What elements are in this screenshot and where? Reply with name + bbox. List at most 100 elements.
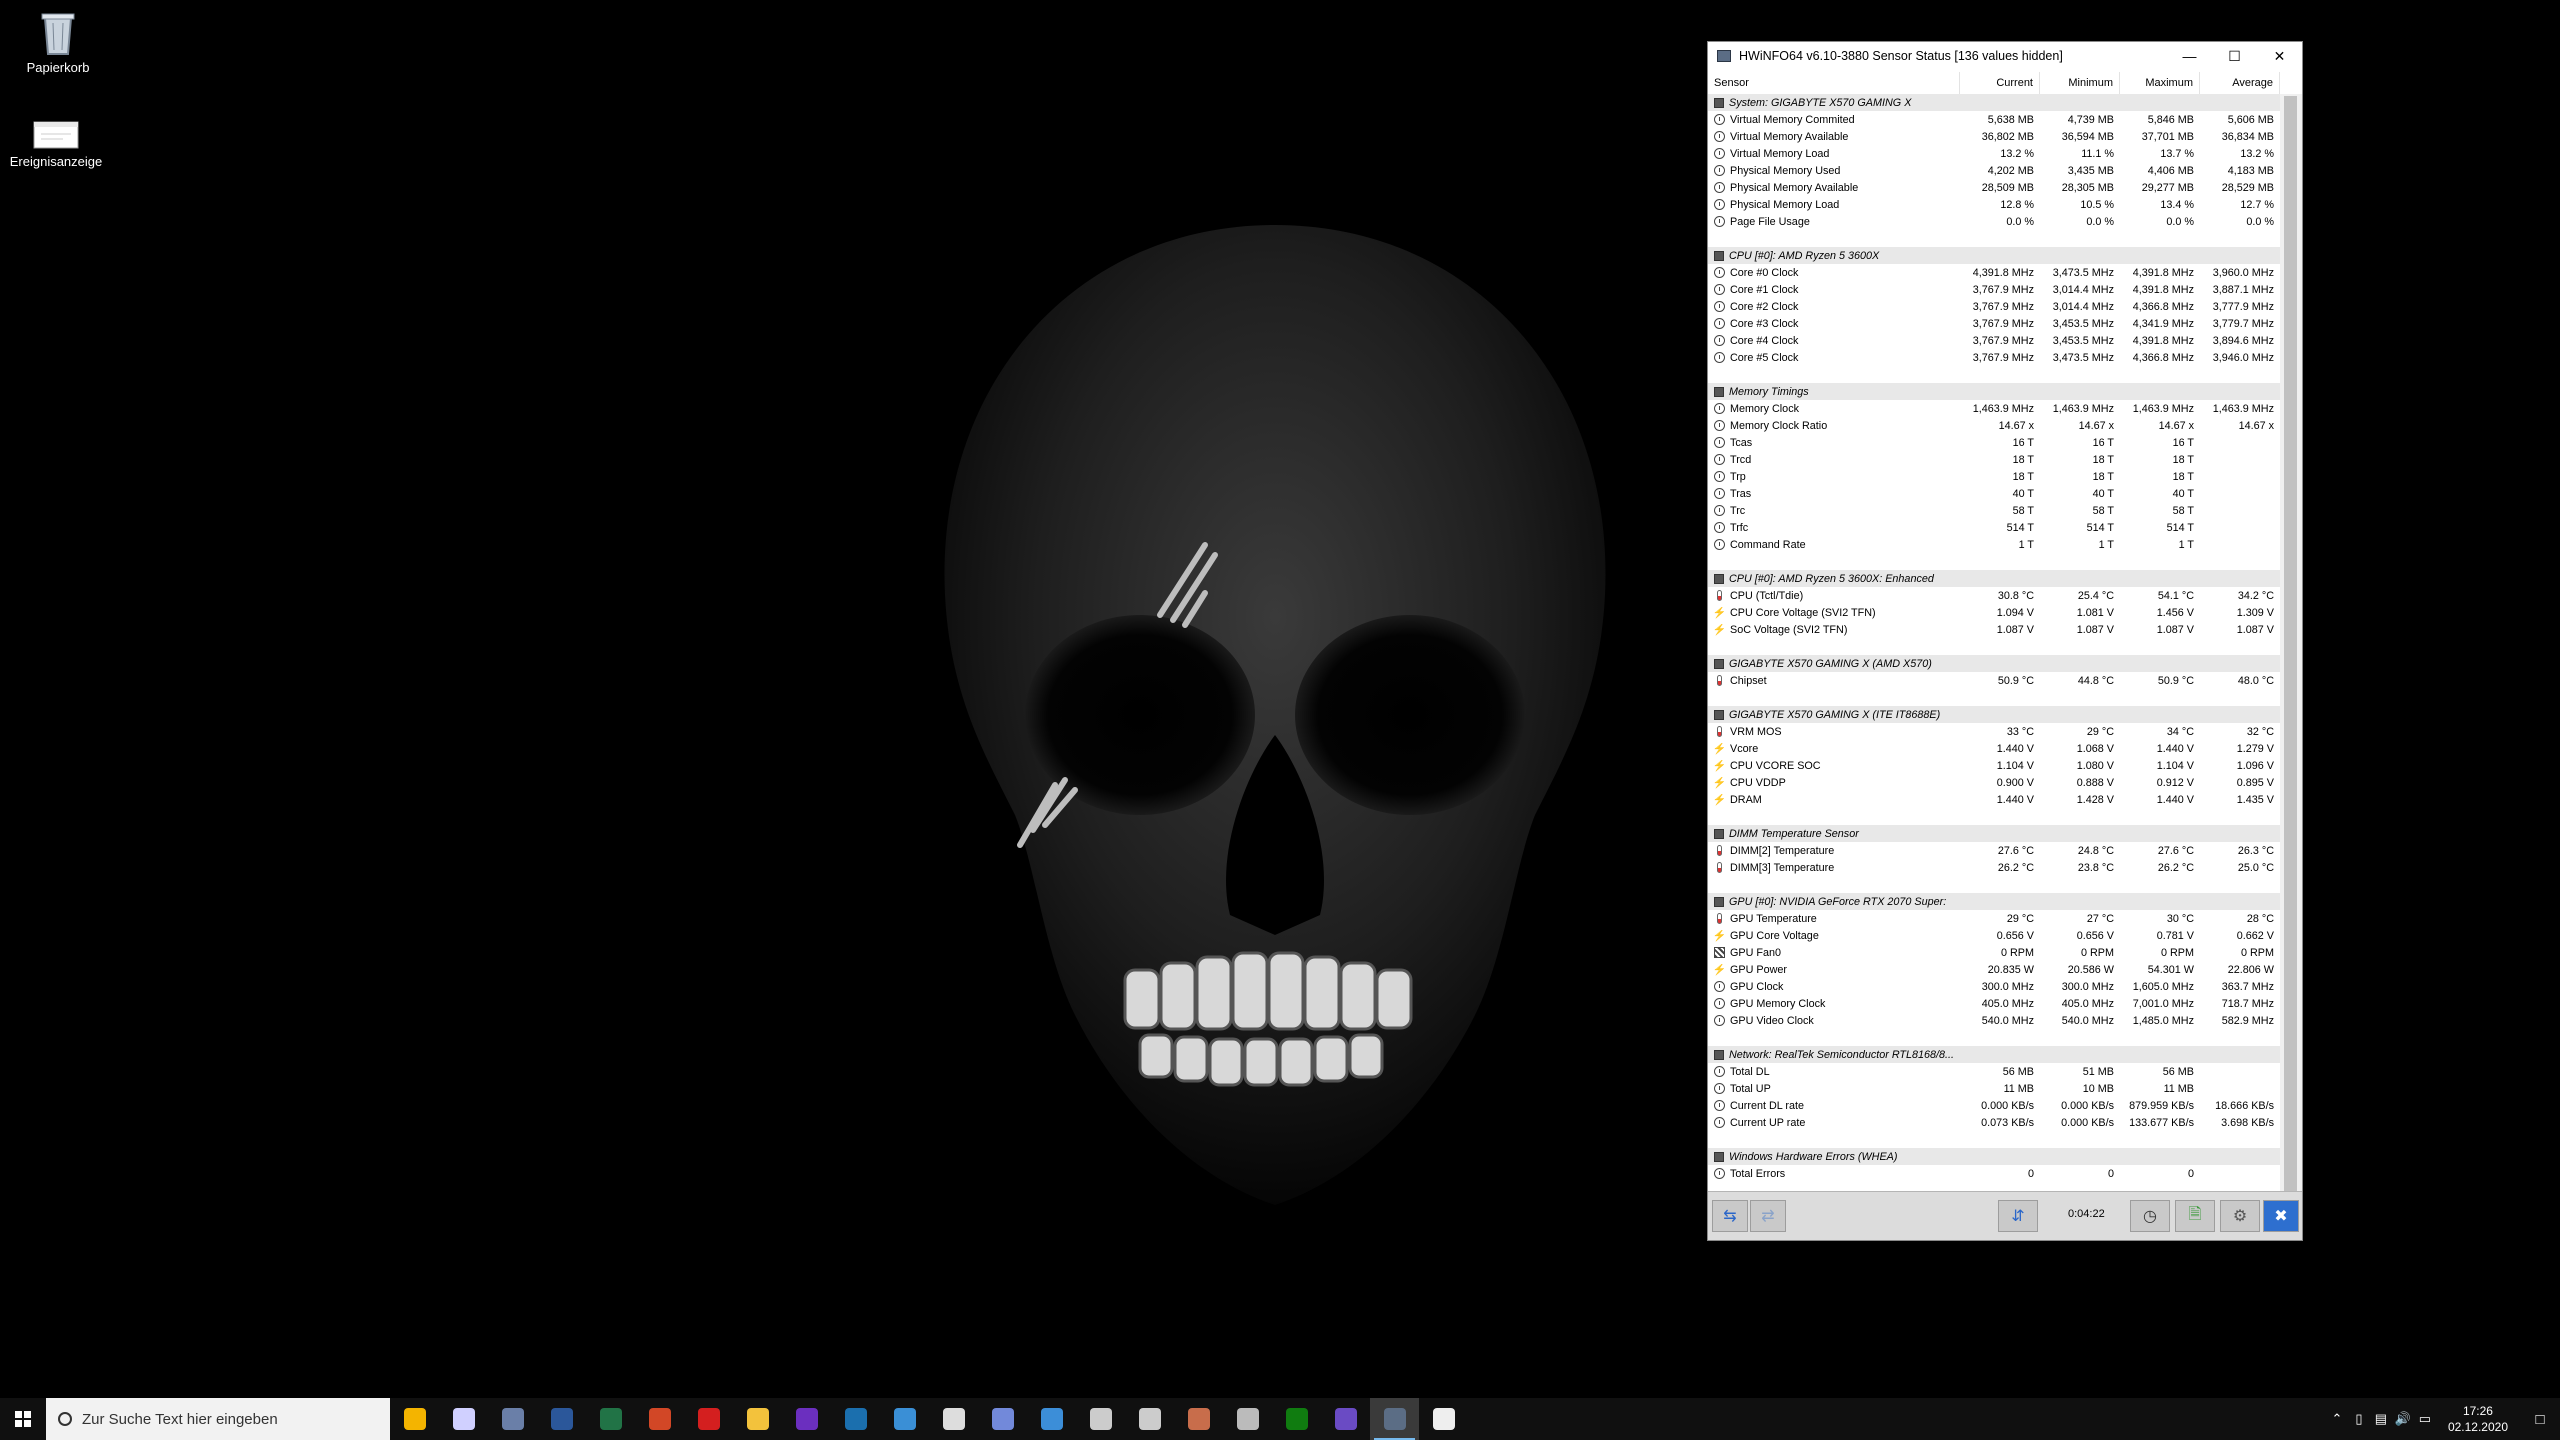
sensor-row[interactable]: Total UP 11 MB 10 MB 11 MB [1708, 1080, 2280, 1097]
sensor-row[interactable]: ⚡ GPU Power 20.835 W 20.586 W 54.301 W 22.806… [1708, 961, 2280, 978]
sensor-group-header[interactable]: Network: RealTek Semiconductor RTL8168/8… [1708, 1046, 2280, 1063]
window-titlebar[interactable]: HWiNFO64 v6.10-3880 Sensor Status [136 v… [1708, 42, 2302, 70]
taskbar-app-button[interactable] [1076, 1398, 1125, 1440]
taskbar-app-button[interactable] [390, 1398, 439, 1440]
scrollbar-thumb[interactable] [2284, 96, 2297, 1221]
display-icon[interactable]: ▭ [2414, 1398, 2436, 1440]
nav-left-right-button[interactable]: ⇆ [1712, 1200, 1748, 1232]
close-sensors-button[interactable]: ✖ [2263, 1200, 2299, 1232]
sensor-row[interactable]: Virtual Memory Load 13.2 % 11.1 % 13.7 % 13.… [1708, 145, 2280, 162]
sensor-group-header[interactable]: GIGABYTE X570 GAMING X (AMD X570) [1708, 655, 2280, 672]
sensor-group-header[interactable]: GIGABYTE X570 GAMING X (ITE IT8688E) [1708, 706, 2280, 723]
taskbar-app-button[interactable] [1370, 1398, 1419, 1440]
usb-icon[interactable]: ▯ [2348, 1398, 2370, 1440]
sensor-row[interactable]: Virtual Memory Commited 5,638 MB 4,739 MB 5… [1708, 111, 2280, 128]
sensor-row[interactable]: Core #1 Clock 3,767.9 MHz 3,014.4 MHz 4,391… [1708, 281, 2280, 298]
taskbar-app-button[interactable] [586, 1398, 635, 1440]
taskbar-app-button[interactable] [1321, 1398, 1370, 1440]
sensor-row[interactable]: Trc 58 T 58 T 58 T [1708, 502, 2280, 519]
sensor-row[interactable]: ⚡ SoC Voltage (SVI2 TFN) 1.087 V 1.087 V 1.0… [1708, 621, 2280, 638]
sensor-row[interactable]: Command Rate 1 T 1 T 1 T [1708, 536, 2280, 553]
sensor-row[interactable]: Current DL rate 0.000 KB/s 0.000 KB/s 879.9… [1708, 1097, 2280, 1114]
sensor-row[interactable]: Total DL 56 MB 51 MB 56 MB [1708, 1063, 2280, 1080]
sensor-group-header[interactable]: System: GIGABYTE X570 GAMING X [1708, 94, 2280, 111]
clock-button[interactable]: ◷ [2130, 1200, 2170, 1232]
sensor-group-header[interactable]: CPU [#0]: AMD Ryzen 5 3600X [1708, 247, 2280, 264]
taskbar-app-button[interactable] [782, 1398, 831, 1440]
sensor-row[interactable]: DIMM[2] Temperature 27.6 °C 24.8 °C 27.6 °C… [1708, 842, 2280, 859]
sensor-group-header[interactable]: Windows Hardware Errors (WHEA) [1708, 1148, 2280, 1165]
sensor-row[interactable]: ⚡ CPU VDDP 0.900 V 0.888 V 0.912 V 0.895 V [1708, 774, 2280, 791]
sensor-group-header[interactable]: Memory Timings [1708, 383, 2280, 400]
sensor-row[interactable]: ⚡ CPU VCORE SOC 1.104 V 1.080 V 1.104 V 1.096… [1708, 757, 2280, 774]
taskbar-app-button[interactable] [1223, 1398, 1272, 1440]
sensor-row[interactable]: DIMM[3] Temperature 26.2 °C 23.8 °C 26.2 °C… [1708, 859, 2280, 876]
taskbar-app-button[interactable] [1174, 1398, 1223, 1440]
column-header-sensor[interactable]: Sensor [1708, 72, 1960, 94]
taskbar-app-button[interactable] [488, 1398, 537, 1440]
taskbar-app-button[interactable] [684, 1398, 733, 1440]
logging-button[interactable]: 🗎 [2175, 1200, 2215, 1232]
close-button[interactable]: ✕ [2257, 42, 2302, 70]
sensor-row[interactable]: CPU (Tctl/Tdie) 30.8 °C 25.4 °C 54.1 °C 34.2… [1708, 587, 2280, 604]
sensor-row[interactable]: ⚡ DRAM 1.440 V 1.428 V 1.440 V 1.435 V [1708, 791, 2280, 808]
sensor-row[interactable]: Core #2 Clock 3,767.9 MHz 3,014.4 MHz 4,366… [1708, 298, 2280, 315]
taskbar-app-button[interactable] [635, 1398, 684, 1440]
sensor-row[interactable]: Physical Memory Available 28,509 MB 28,305… [1708, 179, 2280, 196]
sensor-row[interactable]: Current UP rate 0.073 KB/s 0.000 KB/s 133.6… [1708, 1114, 2280, 1131]
sensor-row[interactable]: Core #0 Clock 4,391.8 MHz 3,473.5 MHz 4,391… [1708, 264, 2280, 281]
sensor-row[interactable]: GPU Temperature 29 °C 27 °C 30 °C 28 °C [1708, 910, 2280, 927]
sensor-row[interactable]: Chipset 50.9 °C 44.8 °C 50.9 °C 48.0 °C [1708, 672, 2280, 689]
taskbar-app-button[interactable] [978, 1398, 1027, 1440]
network-button[interactable]: ⇵ [1998, 1200, 2038, 1232]
nav-reset-button[interactable]: ⇄ [1750, 1200, 1786, 1232]
taskbar-app-button[interactable] [733, 1398, 782, 1440]
sensor-row[interactable]: GPU Video Clock 540.0 MHz 540.0 MHz 1,485.0… [1708, 1012, 2280, 1029]
sensor-row[interactable]: Virtual Memory Available 36,802 MB 36,594 … [1708, 128, 2280, 145]
column-header-maximum[interactable]: Maximum [2120, 72, 2200, 94]
sensor-row[interactable]: GPU Clock 300.0 MHz 300.0 MHz 1,605.0 MHz 36… [1708, 978, 2280, 995]
settings-button[interactable]: ⚙ [2220, 1200, 2260, 1232]
taskbar-app-button[interactable] [1272, 1398, 1321, 1440]
minimize-button[interactable]: — [2167, 42, 2212, 70]
column-header-minimum[interactable]: Minimum [2040, 72, 2120, 94]
sensor-row[interactable]: Trfc 514 T 514 T 514 T [1708, 519, 2280, 536]
taskbar-app-button[interactable] [880, 1398, 929, 1440]
start-button[interactable] [0, 1398, 46, 1440]
sensor-row[interactable]: Physical Memory Load 12.8 % 10.5 % 13.4 % 12… [1708, 196, 2280, 213]
sensor-row[interactable]: Tcas 16 T 16 T 16 T [1708, 434, 2280, 451]
sensor-row[interactable]: Page File Usage 0.0 % 0.0 % 0.0 % 0.0 % [1708, 213, 2280, 230]
maximize-button[interactable]: ☐ [2212, 42, 2257, 70]
sensor-row[interactable]: Memory Clock 1,463.9 MHz 1,463.9 MHz 1,463.… [1708, 400, 2280, 417]
sensor-row[interactable]: Memory Clock Ratio 14.67 x 14.67 x 14.67 x 1… [1708, 417, 2280, 434]
sensor-row[interactable]: ⚡ CPU Core Voltage (SVI2 TFN) 1.094 V 1.081… [1708, 604, 2280, 621]
taskbar-app-button[interactable] [1125, 1398, 1174, 1440]
volume-icon[interactable]: 🔊 [2392, 1398, 2414, 1440]
sensor-row[interactable]: Physical Memory Used 4,202 MB 3,435 MB 4,40… [1708, 162, 2280, 179]
sensor-row[interactable]: Tras 40 T 40 T 40 T [1708, 485, 2280, 502]
chevron-up-icon[interactable]: ⌃ [2326, 1398, 2348, 1440]
sensor-row[interactable]: GPU Memory Clock 405.0 MHz 405.0 MHz 7,001.… [1708, 995, 2280, 1012]
taskbar-app-button[interactable] [439, 1398, 488, 1440]
network-tray-icon[interactable]: ▤ [2370, 1398, 2392, 1440]
taskbar-search-box[interactable]: Zur Suche Text hier eingeben [46, 1398, 390, 1440]
taskbar-app-button[interactable] [831, 1398, 880, 1440]
sensor-group-header[interactable]: DIMM Temperature Sensor [1708, 825, 2280, 842]
sensor-row[interactable]: Trcd 18 T 18 T 18 T [1708, 451, 2280, 468]
sensor-row[interactable]: ⚡ Vcore 1.440 V 1.068 V 1.440 V 1.279 V [1708, 740, 2280, 757]
notification-center-icon[interactable]: □ [2520, 1398, 2560, 1440]
vertical-scrollbar[interactable] [2280, 94, 2302, 1230]
sensor-row[interactable]: Core #5 Clock 3,767.9 MHz 3,473.5 MHz 4,366… [1708, 349, 2280, 366]
taskbar-app-button[interactable] [1419, 1398, 1468, 1440]
sensor-row[interactable]: ⚡ GPU Core Voltage 0.656 V 0.656 V 0.781 V 0.… [1708, 927, 2280, 944]
sensor-row[interactable]: VRM MOS 33 °C 29 °C 34 °C 32 °C [1708, 723, 2280, 740]
desktop-icon-event-viewer[interactable]: Ereignisanzeige [6, 118, 106, 169]
column-header-current[interactable]: Current [1960, 72, 2040, 94]
taskbar-app-button[interactable] [1027, 1398, 1076, 1440]
sensor-row[interactable]: Total Errors 0 0 0 [1708, 1165, 2280, 1182]
sensor-row[interactable]: GPU Fan0 0 RPM 0 RPM 0 RPM 0 RPM [1708, 944, 2280, 961]
sensor-row[interactable]: Core #3 Clock 3,767.9 MHz 3,453.5 MHz 4,341… [1708, 315, 2280, 332]
sensor-group-header[interactable]: GPU [#0]: NVIDIA GeForce RTX 2070 Super: [1708, 893, 2280, 910]
taskbar-app-button[interactable] [537, 1398, 586, 1440]
taskbar-clock[interactable]: 17:26 02.12.2020 [2436, 1403, 2520, 1435]
